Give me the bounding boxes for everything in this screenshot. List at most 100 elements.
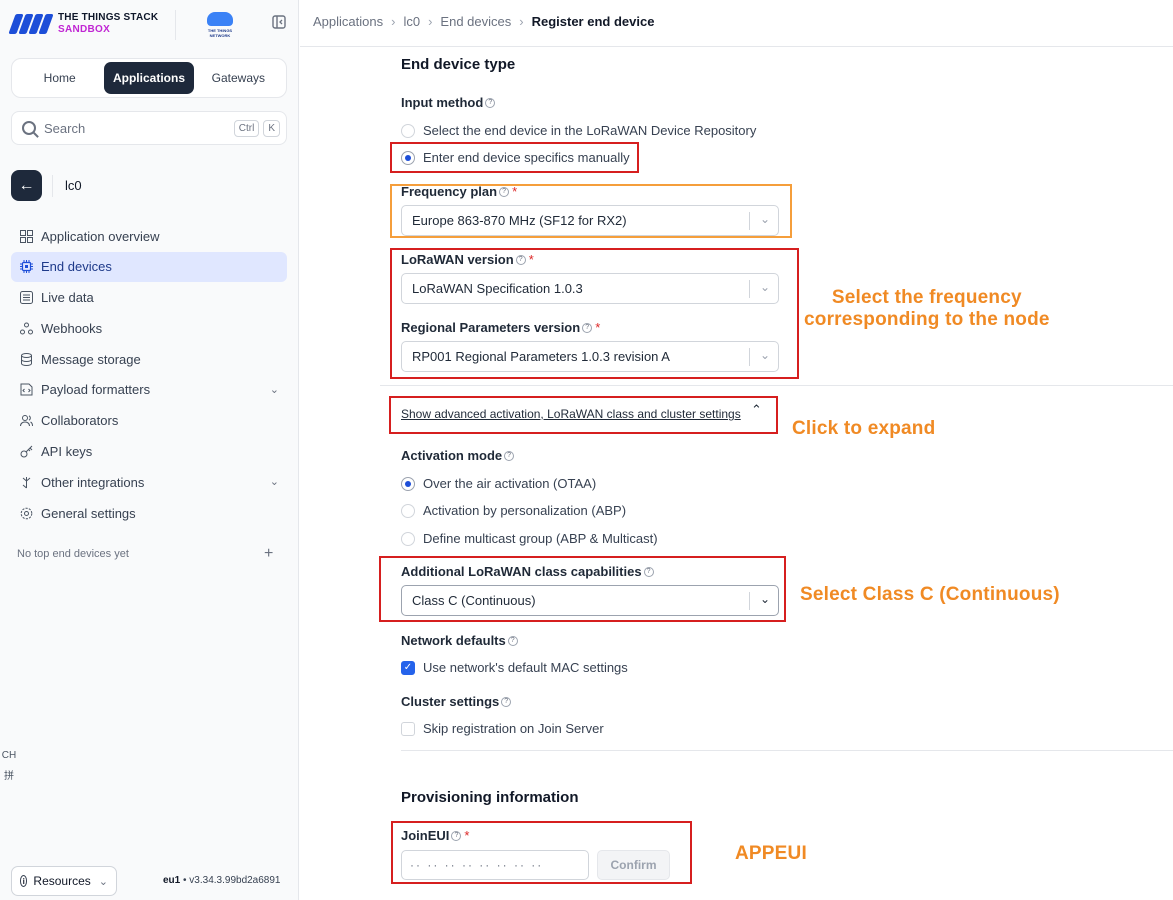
- radio-label: Select the end device in the LoRaWAN Dev…: [423, 123, 757, 138]
- sidebar-item-label: Payload formatters: [41, 382, 151, 398]
- input-method-label: Input method?: [401, 95, 496, 110]
- radio-circle[interactable]: [401, 531, 415, 546]
- chip-icon: [19, 260, 33, 274]
- radio-circle[interactable]: [401, 476, 415, 491]
- sidebar-item-label: Application overview: [41, 228, 160, 244]
- resources-button[interactable]: i Resources ⌄: [11, 866, 117, 896]
- sidebar-item-end-devices[interactable]: End devices: [11, 251, 287, 282]
- section-title: End device type: [401, 56, 516, 73]
- breadcrumb-applications[interactable]: Applications: [313, 14, 383, 29]
- sidebar-item-label: Live data: [41, 290, 94, 306]
- sidebar-item-payload-formatters[interactable]: Payload formatters ⌄: [11, 375, 287, 405]
- tab-applications[interactable]: Applications: [104, 62, 194, 94]
- back-button[interactable]: ←: [11, 170, 42, 201]
- breadcrumb-current: Register end device: [531, 14, 655, 29]
- header-divider: [300, 46, 1173, 47]
- annotation-class-c: Select Class C (Continuous): [800, 584, 1060, 605]
- shortcut-k: K: [263, 119, 280, 137]
- breadcrumb-end-devices[interactable]: End devices: [440, 14, 511, 29]
- help-icon[interactable]: ?: [507, 635, 518, 646]
- sidebar-menu: Application overview End devices Live da…: [11, 221, 287, 529]
- ttn-logo-line2: NETWORK: [209, 33, 231, 38]
- sidebar-item-other-integrations[interactable]: Other integrations ⌄: [11, 467, 287, 497]
- highlight-frequency-plan: [390, 184, 792, 238]
- chevron-down-icon: ⌄: [98, 875, 108, 888]
- sidebar-collapse-icon[interactable]: [272, 15, 288, 31]
- annotation-expand: Click to expand: [792, 418, 936, 439]
- provisioning-title: Provisioning information: [401, 789, 579, 806]
- tab-gateways[interactable]: Gateways: [194, 62, 283, 94]
- checkbox-skip-join-server[interactable]: Skip registration on Join Server: [401, 721, 604, 736]
- brand[interactable]: THE THINGS STACK SANDBOX: [8, 12, 159, 36]
- cluster-settings-label-text: Cluster settings: [401, 694, 500, 709]
- radio-otaa[interactable]: Over the air activation (OTAA): [401, 476, 596, 491]
- users-icon: [19, 414, 33, 428]
- sidebar-item-collaborators[interactable]: Collaborators: [11, 406, 287, 436]
- top-devices-empty: No top end devices yet: [17, 548, 129, 560]
- ime-pinyin: 拼: [4, 771, 14, 782]
- main-nav-tabs: Home Applications Gateways: [11, 58, 287, 98]
- chevron-down-icon: ⌄: [269, 383, 279, 396]
- sidebar-item-label: Collaborators: [41, 413, 119, 429]
- sidebar-item-label: Message storage: [41, 351, 141, 367]
- grid-icon: [19, 229, 33, 243]
- app-divider: [52, 174, 53, 197]
- checkbox-label: Use network's default MAC settings: [423, 660, 628, 675]
- resources-label: Resources: [33, 874, 91, 888]
- version-label: v3.34.3.99bd2a6891: [189, 875, 281, 886]
- network-defaults-label-text: Network defaults: [401, 633, 506, 648]
- network-defaults-label: Network defaults?: [401, 633, 518, 648]
- help-icon[interactable]: ?: [501, 696, 512, 707]
- sidebar-item-label: General settings: [41, 505, 136, 521]
- help-icon[interactable]: ?: [504, 450, 515, 461]
- activation-mode-label-text: Activation mode: [401, 448, 503, 463]
- integrations-icon: [19, 475, 33, 489]
- radio-circle[interactable]: [401, 503, 415, 518]
- sidebar-item-webhooks[interactable]: Webhooks: [11, 313, 287, 343]
- application-name: lc0: [65, 178, 82, 193]
- checkbox-box[interactable]: [401, 721, 415, 736]
- things-stack-logo-icon: [8, 13, 54, 35]
- sidebar-item-label: End devices: [41, 259, 112, 275]
- region-label: eu1: [163, 875, 181, 886]
- version-info: eu1 • v3.34.3.99bd2a6891: [163, 875, 281, 886]
- radio-label: Define multicast group (ABP & Multicast): [423, 531, 658, 546]
- sidebar-item-message-storage[interactable]: Message storage: [11, 344, 287, 374]
- help-icon[interactable]: ?: [485, 97, 496, 108]
- arrow-left-icon: ←: [18, 176, 35, 194]
- radio-label: Activation by personalization (ABP): [423, 503, 627, 518]
- highlight-manual: [390, 142, 639, 173]
- tab-home[interactable]: Home: [15, 62, 104, 94]
- checkbox-network-defaults[interactable]: ✓ Use network's default MAC settings: [401, 660, 628, 675]
- radio-device-repository[interactable]: Select the end device in the LoRaWAN Dev…: [401, 123, 756, 138]
- sidebar-item-general-settings[interactable]: General settings: [11, 498, 287, 528]
- gear-icon: [19, 506, 33, 520]
- cluster-settings-label: Cluster settings?: [401, 694, 512, 709]
- activation-mode-label: Activation mode?: [401, 448, 515, 463]
- sidebar-item-live-data[interactable]: Live data: [11, 283, 287, 313]
- sidebar-item-api-keys[interactable]: API keys: [11, 437, 287, 467]
- annotation-frequency: Select the frequency corresponding to th…: [804, 287, 1050, 330]
- radio-abp[interactable]: Activation by personalization (ABP): [401, 503, 626, 518]
- sidebar: THE THINGS STACK SANDBOX THE THINGS NETWO…: [0, 0, 299, 900]
- list-icon: [19, 291, 33, 305]
- highlight-joineui: [391, 821, 692, 884]
- chevron-right-icon: ›: [391, 14, 396, 29]
- radio-circle[interactable]: [401, 123, 415, 138]
- checkmark-icon[interactable]: ✓: [401, 660, 415, 675]
- breadcrumb-application[interactable]: lc0: [403, 14, 420, 29]
- highlight-lorawan-version: [390, 248, 799, 379]
- sidebar-item-application-overview[interactable]: Application overview: [11, 221, 287, 251]
- sidebar-item-label: API keys: [41, 444, 93, 460]
- brand-title: THE THINGS STACK: [58, 12, 159, 23]
- breadcrumb: Applications › lc0 › End devices › Register…: [313, 14, 654, 29]
- highlight-class: [379, 556, 786, 622]
- chevron-right-icon: ›: [428, 14, 433, 29]
- code-icon: [19, 383, 33, 397]
- sidebar-item-label: Webhooks: [41, 320, 103, 336]
- search-icon: [22, 121, 36, 135]
- input-method-label-text: Input method: [401, 95, 484, 110]
- add-top-device-icon[interactable]: +: [264, 545, 273, 563]
- search-input[interactable]: Search Ctrl K: [11, 111, 287, 145]
- radio-multicast[interactable]: Define multicast group (ABP & Multicast): [401, 531, 658, 546]
